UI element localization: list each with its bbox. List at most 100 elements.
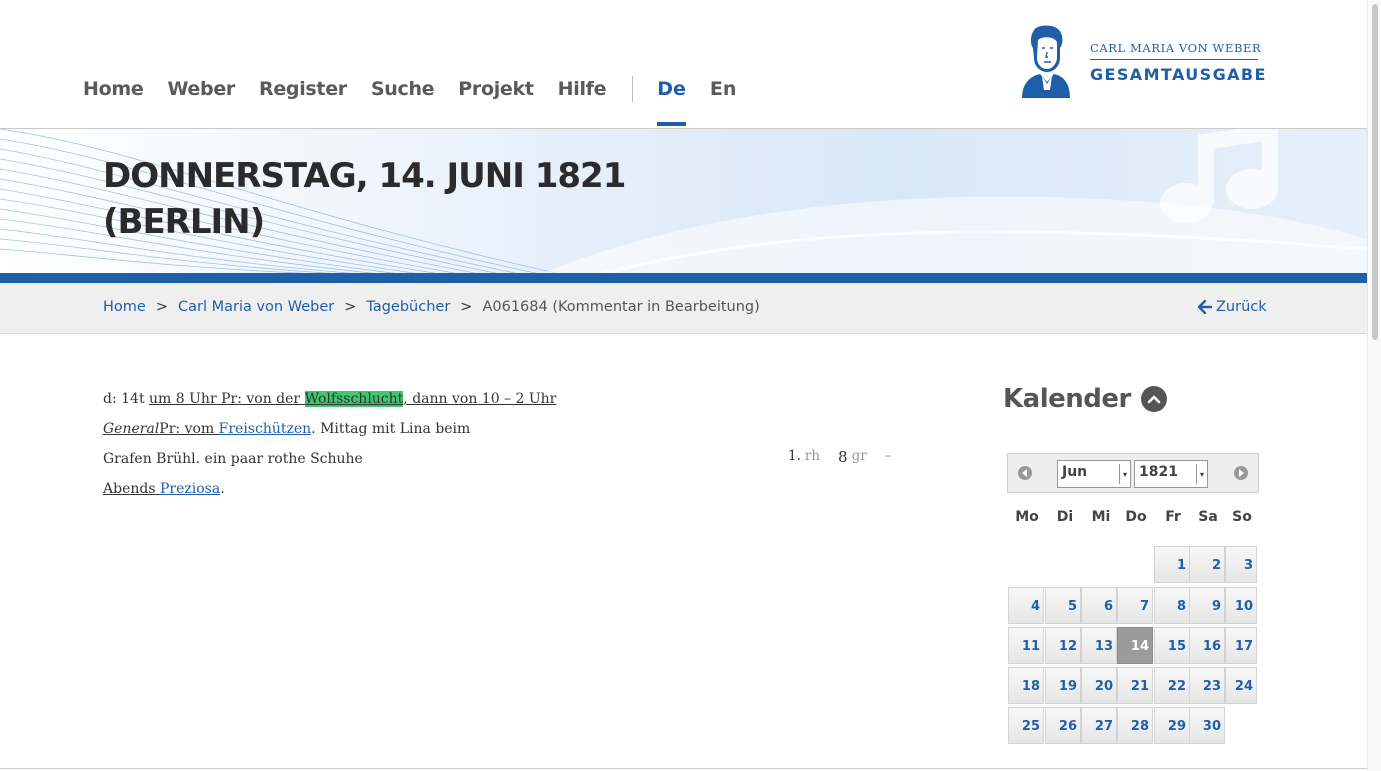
page-title-line1: DONNERSTAG, 14. JUNI 1821 — [103, 156, 626, 196]
expense-number: 1. — [788, 448, 801, 464]
breadcrumb-separator: > — [344, 299, 357, 315]
arrow-left-icon — [1198, 300, 1212, 314]
banner-accent-bar — [0, 273, 1367, 283]
chevron-down-icon: ▾ — [1196, 464, 1207, 484]
breadcrumb-home[interactable]: Home — [103, 299, 146, 315]
breadcrumb-weber[interactable]: Carl Maria von Weber — [178, 299, 334, 315]
calendar-day[interactable]: 17 — [1225, 627, 1257, 664]
main-nav: Home Weber Register Suche Projekt Hilfe … — [83, 76, 760, 126]
year-select-value: 1821 — [1139, 464, 1178, 480]
diary-text: Abends — [103, 481, 156, 497]
calendar-day[interactable]: 24 — [1225, 667, 1257, 704]
logo-line2: GESAMTAUSGABE — [1090, 64, 1267, 84]
calendar-day[interactable]: 27 — [1081, 707, 1117, 744]
calendar-day[interactable]: 28 — [1117, 707, 1153, 744]
back-link[interactable]: Zurück — [1198, 299, 1267, 315]
page-scrollbar[interactable] — [1367, 0, 1381, 771]
expense-entry: 1. rh 8 gr – — [788, 448, 895, 466]
calendar-day[interactable]: 3 — [1225, 546, 1257, 583]
diary-transcription: d: 14t um 8 Uhr Pr: von der Wolfsschluch… — [103, 387, 556, 507]
diary-line: GeneralPr: vom Freischützen. Mittag mit … — [103, 417, 556, 447]
diary-text: General — [103, 421, 160, 437]
diary-line: d: 14t um 8 Uhr Pr: von der Wolfsschluch… — [103, 387, 556, 417]
diary-text: . — [220, 481, 225, 497]
breadcrumb-separator: > — [460, 299, 473, 315]
expense-number: 8 — [838, 448, 848, 466]
diary-line: Grafen Brühl. ein paar rothe Schuhe — [103, 447, 556, 477]
calendar-day[interactable]: 8 — [1154, 587, 1190, 624]
calendar-day[interactable]: 4 — [1008, 587, 1044, 624]
expense-unit: gr — [851, 448, 867, 464]
expense-dash: – — [884, 448, 892, 464]
weekday-label: Di — [1056, 509, 1074, 525]
calendar-day[interactable]: 9 — [1189, 587, 1225, 624]
prev-month-icon[interactable] — [1018, 466, 1032, 480]
calendar-day[interactable]: 13 — [1081, 627, 1117, 664]
lang-de[interactable]: De — [657, 78, 686, 126]
calendar-day[interactable]: 5 — [1045, 587, 1081, 624]
calendar-day[interactable]: 20 — [1081, 667, 1117, 704]
calendar-day[interactable]: 23 — [1189, 667, 1225, 704]
calendar-day[interactable]: 12 — [1045, 627, 1081, 664]
year-select[interactable]: 1821 ▾ — [1134, 460, 1208, 488]
logo-text: CARL MARIA VON WEBER GESAMTAUSGABE — [1090, 41, 1267, 84]
highlighted-term[interactable]: Wolfsschlucht — [304, 391, 404, 407]
calendar-day[interactable]: 2 — [1189, 546, 1225, 583]
weekday-label: Do — [1125, 509, 1147, 525]
chevron-up-icon[interactable] — [1140, 386, 1167, 412]
calendar-day[interactable]: 29 — [1154, 707, 1190, 744]
diary-text: , dann von 10 – 2 Uhr — [403, 391, 557, 407]
nav-register[interactable]: Register — [259, 78, 347, 100]
calendar-day[interactable]: 14 — [1117, 627, 1153, 664]
chevron-down-icon: ▾ — [1119, 464, 1130, 484]
work-link-preziosa[interactable]: Preziosa — [160, 481, 220, 497]
calendar-day[interactable]: 16 — [1189, 627, 1225, 664]
calendar-title-text: Kalender — [1003, 384, 1131, 414]
diary-text: . Mittag mit Lina beim — [311, 421, 471, 437]
calendar-day[interactable]: 21 — [1117, 667, 1153, 704]
breadcrumb-separator: > — [155, 299, 168, 315]
calendar-day[interactable]: 6 — [1081, 587, 1117, 624]
nav-projekt[interactable]: Projekt — [458, 78, 534, 100]
weekday-label: Fr — [1165, 509, 1181, 525]
nav-hilfe[interactable]: Hilfe — [558, 78, 607, 100]
nav-suche[interactable]: Suche — [371, 78, 435, 100]
breadcrumb-tagebuecher[interactable]: Tagebücher — [366, 299, 450, 315]
weekday-label: Mi — [1091, 509, 1111, 525]
weekday-label: So — [1232, 509, 1252, 525]
calendar-day[interactable]: 10 — [1225, 587, 1257, 624]
next-month-icon[interactable] — [1234, 466, 1248, 480]
calendar-day[interactable]: 30 — [1189, 707, 1225, 744]
calendar-header: Jun ▾ 1821 ▾ — [1007, 453, 1259, 493]
scrollbar-thumb[interactable] — [1372, 4, 1378, 340]
site-logo[interactable]: CARL MARIA VON WEBER GESAMTAUSGABE — [1020, 24, 1267, 98]
nav-home[interactable]: Home — [83, 78, 144, 100]
calendar-day[interactable]: 22 — [1154, 667, 1190, 704]
work-link-freischuetz[interactable]: Freischützen — [219, 421, 312, 437]
lang-en[interactable]: En — [710, 78, 737, 100]
calendar-day[interactable]: 15 — [1154, 627, 1190, 664]
weekday-label: Mo — [1015, 509, 1039, 525]
month-select-value: Jun — [1062, 464, 1088, 480]
calendar-day[interactable]: 25 — [1008, 707, 1044, 744]
calendar-day[interactable]: 7 — [1117, 587, 1153, 624]
diary-text: um 8 Uhr Pr: von der — [149, 391, 305, 407]
page-banner: DONNERSTAG, 14. JUNI 1821 (BERLIN) — [0, 128, 1367, 273]
calendar-day[interactable]: 18 — [1008, 667, 1044, 704]
calendar-day[interactable]: 26 — [1045, 707, 1081, 744]
calendar-day[interactable]: 19 — [1045, 667, 1081, 704]
logo-rule — [1090, 58, 1258, 60]
breadcrumb: Home > Carl Maria von Weber > Tagebücher… — [103, 299, 760, 315]
nav-divider — [632, 76, 634, 102]
calendar-day[interactable]: 1 — [1154, 546, 1190, 583]
month-select[interactable]: Jun ▾ — [1057, 460, 1131, 488]
calendar-title: Kalender — [1003, 384, 1167, 414]
diary-text: Pr: vom — [159, 421, 219, 437]
diary-text: Grafen Brühl. ein paar rothe Schuhe — [103, 451, 363, 467]
logo-line1: CARL MARIA VON WEBER — [1090, 40, 1262, 55]
back-label: Zurück — [1216, 299, 1267, 315]
breadcrumb-bar: Home > Carl Maria von Weber > Tagebücher… — [0, 283, 1367, 334]
nav-weber[interactable]: Weber — [167, 78, 235, 100]
calendar-day[interactable]: 11 — [1008, 627, 1044, 664]
breadcrumb-current: A061684 (Kommentar in Bearbeitung) — [482, 299, 760, 315]
